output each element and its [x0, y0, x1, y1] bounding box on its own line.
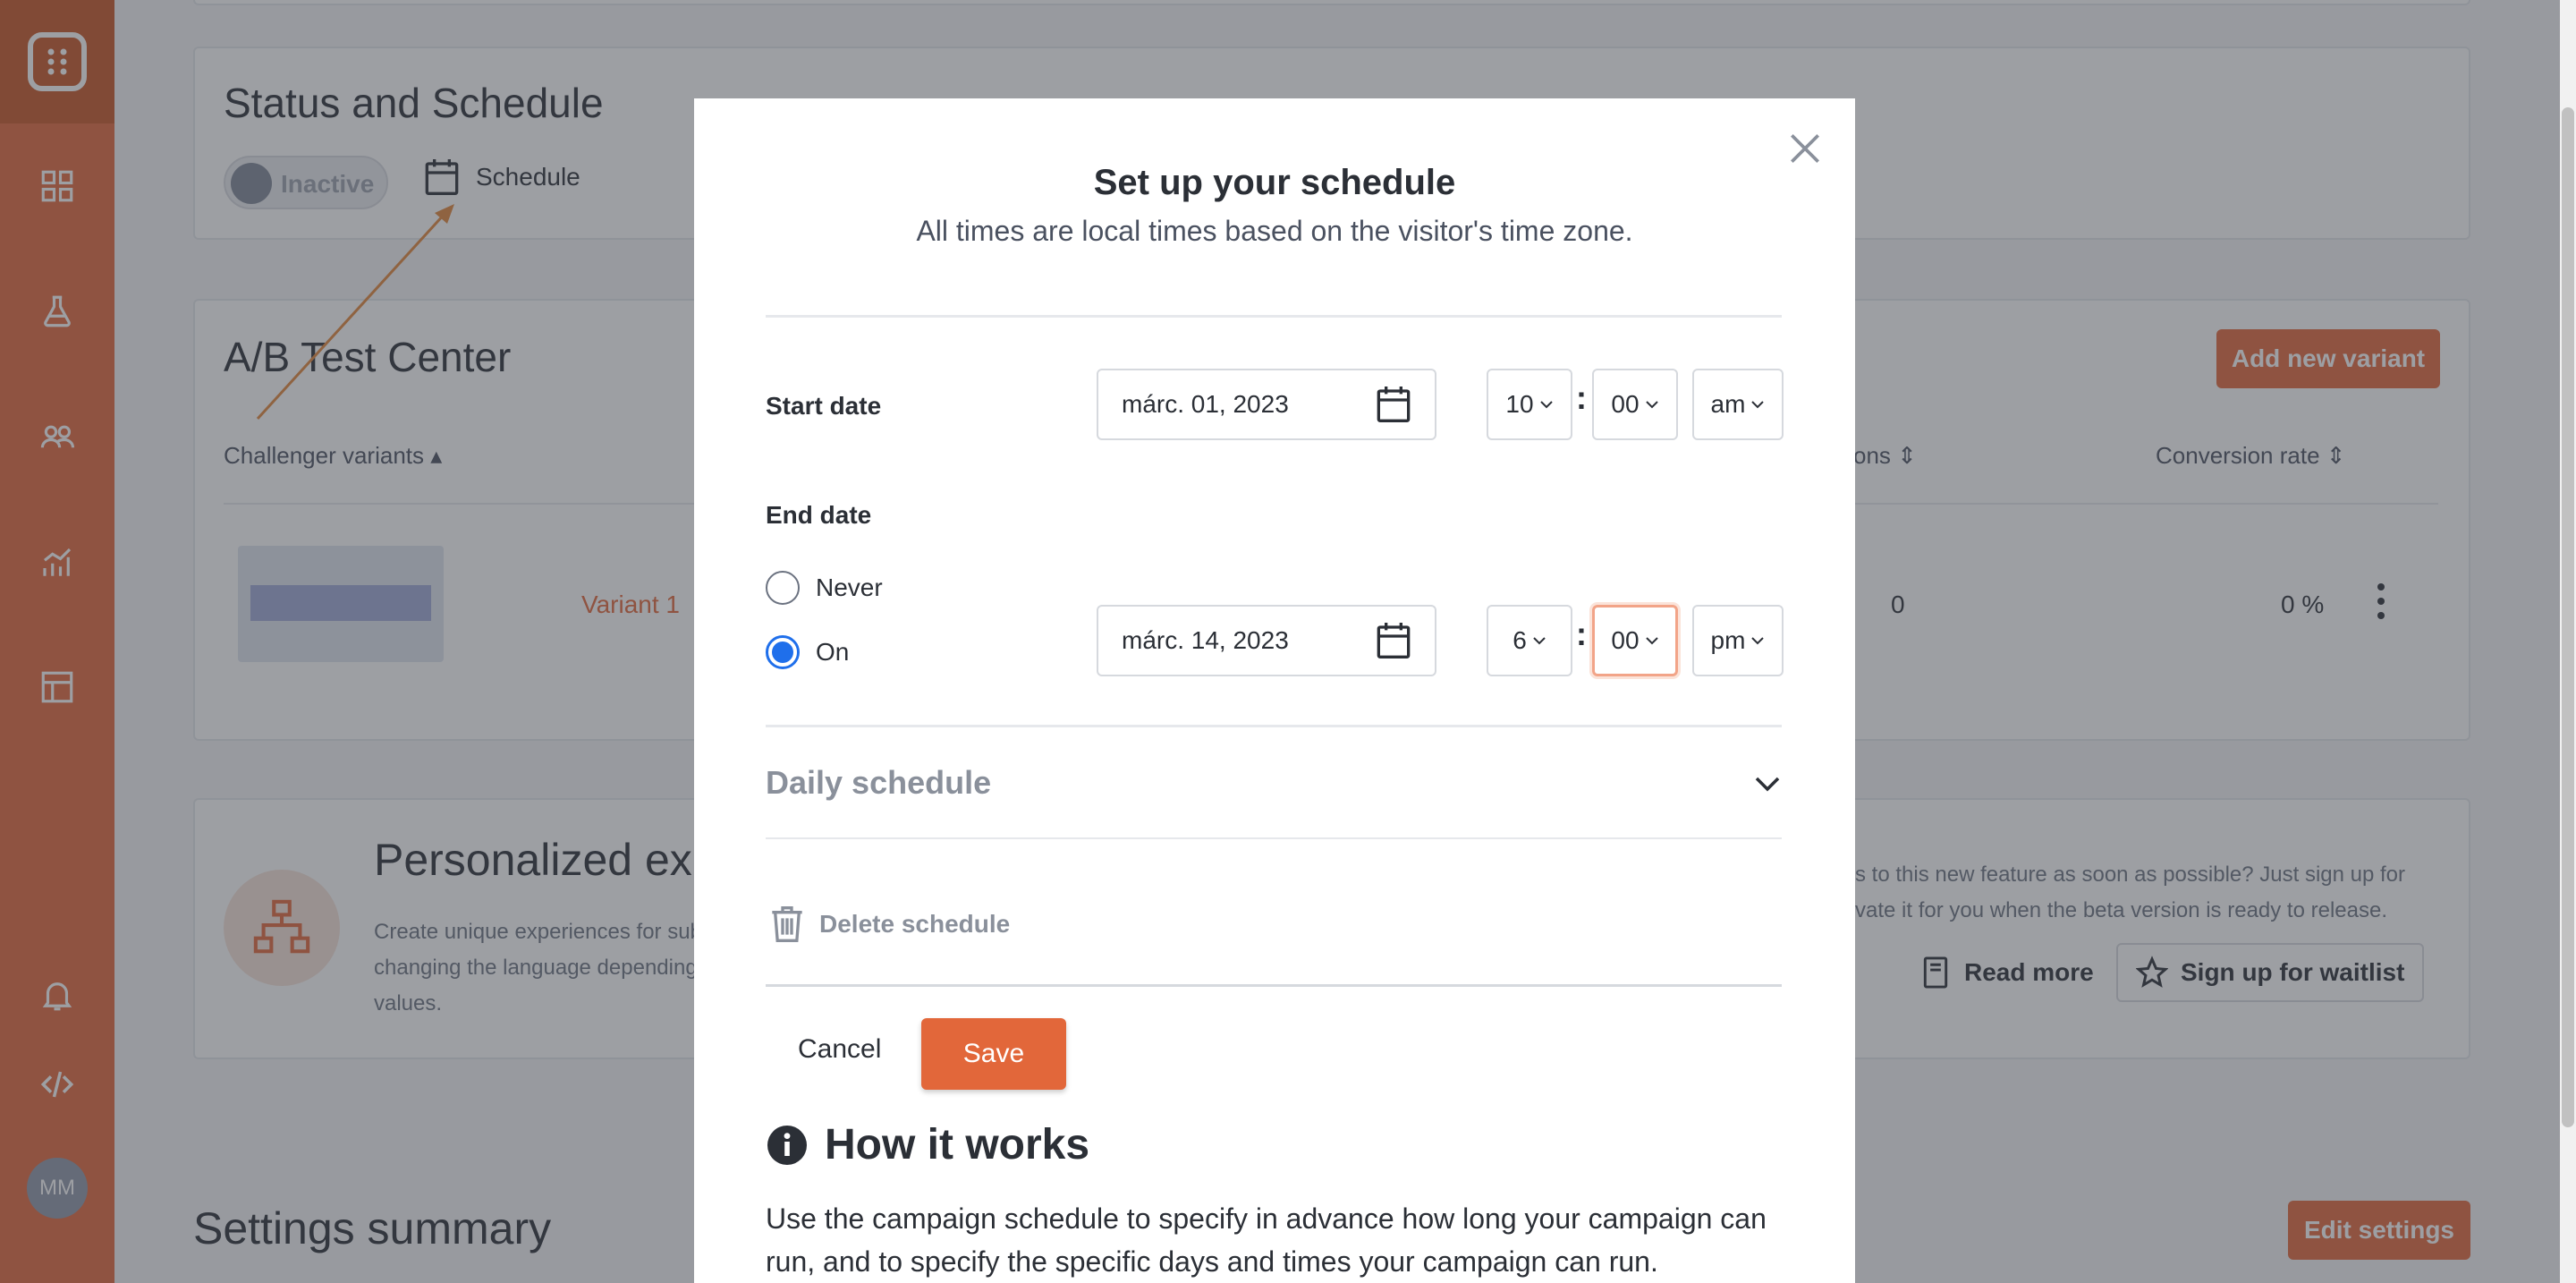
time-separator: : [1576, 379, 1587, 416]
how-it-works-heading: How it works [766, 1120, 1089, 1169]
end-hour-value: 6 [1513, 626, 1527, 654]
daily-schedule-toggle[interactable]: Daily schedule [766, 764, 991, 802]
how-it-works-text: Use the campaign schedule to specify in … [766, 1202, 1767, 1278]
end-ampm-select[interactable]: pm [1692, 605, 1784, 676]
modal-title: Set up your schedule [1093, 163, 1456, 202]
start-hour-select[interactable]: 10 [1487, 369, 1572, 440]
modal-subtitle: All times are local times based on the v… [916, 215, 1633, 247]
start-date-value: márc. 01, 2023 [1122, 390, 1289, 418]
end-minute-value: 00 [1611, 626, 1640, 654]
scrollbar-thumb[interactable] [2562, 107, 2574, 1127]
radio-never-button[interactable] [766, 571, 800, 605]
chevron-down-icon [1645, 637, 1658, 645]
start-ampm-select[interactable]: am [1692, 369, 1784, 440]
trash-icon [772, 906, 802, 942]
start-hour-value: 10 [1505, 390, 1534, 418]
chevron-down-icon [1539, 401, 1553, 409]
divider [766, 837, 1782, 839]
end-date-value: márc. 14, 2023 [1122, 626, 1289, 654]
save-button[interactable]: Save [921, 1018, 1066, 1090]
chevron-down-icon [1751, 637, 1765, 645]
divider [766, 984, 1782, 987]
radio-on-button[interactable] [766, 635, 800, 669]
start-minute-value: 00 [1611, 390, 1640, 418]
delete-schedule-label: Delete schedule [819, 910, 1011, 938]
end-date-label: End date [766, 501, 872, 529]
radio-never-label: Never [816, 574, 883, 601]
schedule-modal: Set up your schedule All times are local… [694, 98, 1855, 1283]
start-ampm-value: am [1710, 390, 1746, 418]
end-hour-select[interactable]: 6 [1487, 605, 1572, 676]
how-it-works-title: How it works [825, 1121, 1090, 1168]
chevron-down-icon [1751, 401, 1765, 409]
chevron-down-icon [1645, 401, 1658, 409]
chevron-down-icon[interactable] [1753, 773, 1782, 794]
calendar-icon [1377, 387, 1411, 422]
delete-schedule-button[interactable]: Delete schedule [769, 904, 1010, 945]
end-ampm-value: pm [1710, 626, 1746, 654]
calendar-icon [1377, 623, 1411, 659]
radio-never[interactable]: Never [766, 571, 883, 605]
time-separator: : [1576, 616, 1587, 652]
cancel-button[interactable]: Cancel [798, 1034, 881, 1065]
start-date-label: Start date [766, 392, 882, 420]
end-date-input[interactable]: márc. 14, 2023 [1097, 605, 1436, 676]
radio-on[interactable]: On [766, 635, 849, 669]
end-minute-select[interactable]: 00 [1592, 605, 1678, 676]
chevron-down-icon [1533, 637, 1546, 645]
radio-on-label: On [816, 638, 850, 666]
divider [766, 315, 1782, 318]
start-minute-select[interactable]: 00 [1592, 369, 1678, 440]
start-date-input[interactable]: márc. 01, 2023 [1097, 369, 1436, 440]
info-icon [767, 1125, 807, 1165]
divider [766, 725, 1782, 727]
